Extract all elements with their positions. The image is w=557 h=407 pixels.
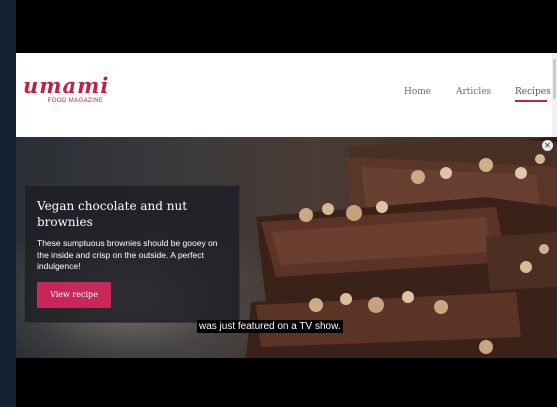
logo-wordmark: umami (23, 73, 110, 98)
nav-articles[interactable]: Articles (456, 87, 491, 97)
nav-recipes[interactable]: Recipes (515, 87, 551, 97)
video-player[interactable]: umami FOOD MAGAZINE Home Articles Recipe… (16, 0, 557, 407)
view-recipe-button[interactable]: View recipe (37, 282, 111, 308)
scrollbar-thumb[interactable] (553, 59, 556, 99)
page-scrollbar[interactable] (552, 53, 557, 137)
site-header: umami FOOD MAGAZINE Home Articles Recipe… (16, 53, 557, 137)
video-subtitle: was just featured on a TV show. (197, 320, 343, 333)
recipe-card: Vegan chocolate and nut brownies These s… (24, 185, 240, 323)
website-screenshot: umami FOOD MAGAZINE Home Articles Recipe… (16, 53, 557, 358)
nav-active-indicator (515, 100, 547, 102)
site-logo[interactable]: umami FOOD MAGAZINE (23, 73, 110, 105)
video-frame: umami FOOD MAGAZINE Home Articles Recipe… (0, 0, 557, 407)
nav-home[interactable]: Home (404, 87, 431, 97)
close-icon[interactable]: ✕ (542, 140, 553, 151)
logo-tagline: FOOD MAGAZINE (47, 98, 104, 104)
recipe-description: These sumptuous brownies should be gooey… (37, 238, 218, 271)
recipe-title: Vegan chocolate and nut brownies (37, 199, 188, 229)
